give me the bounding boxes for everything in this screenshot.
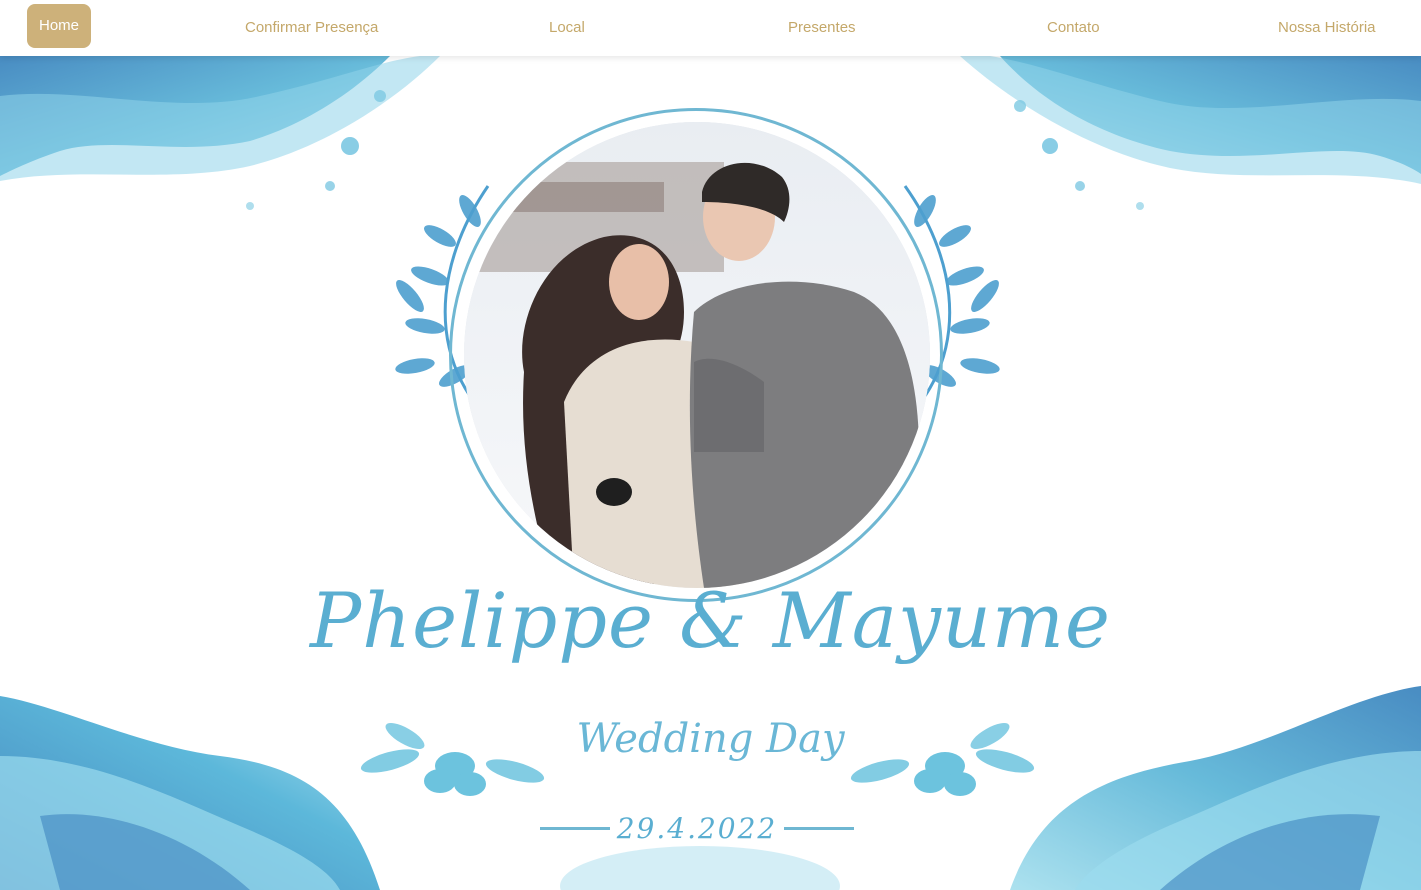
- wedding-date-row: 29.4.2022: [540, 808, 854, 848]
- couple-photo: [464, 122, 930, 588]
- hero-section: Phelippe & Mayume Wedding Day 29.4.2022: [0, 56, 1421, 890]
- wedding-date: 29.4.2022: [616, 811, 778, 845]
- nav-contato[interactable]: Contato: [1047, 0, 1100, 56]
- nav-home[interactable]: Home: [27, 4, 92, 48]
- date-divider-left: [540, 826, 610, 830]
- nav-confirmar-presenca[interactable]: Confirmar Presença: [245, 0, 378, 56]
- couple-photo-image: [464, 122, 930, 588]
- date-divider-right: [783, 826, 854, 830]
- nav-nossa-historia[interactable]: Nossa História: [1278, 0, 1376, 56]
- couple-names: Phelippe & Mayume: [310, 576, 1111, 665]
- top-navbar: Home Confirmar Presença Local Presentes …: [0, 0, 1421, 56]
- page: Home Confirmar Presença Local Presentes …: [0, 0, 1421, 890]
- nav-presentes[interactable]: Presentes: [788, 0, 856, 56]
- wedding-day-subtitle: Wedding Day: [576, 716, 845, 762]
- nav-local[interactable]: Local: [549, 0, 585, 56]
